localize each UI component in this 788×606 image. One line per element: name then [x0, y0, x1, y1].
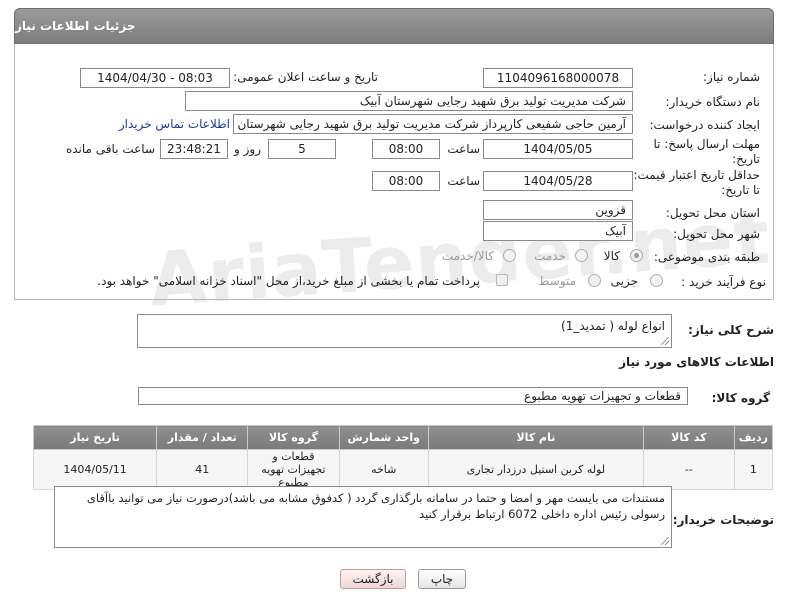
cell-unit: شاخه — [338, 449, 429, 490]
page-header: جزئیات اطلاعات نیاز — [14, 8, 774, 44]
table-row[interactable]: 1 -- لوله کربن استیل درزدار تجاری شاخه ق… — [32, 449, 774, 490]
back-button[interactable]: بازگشت — [340, 569, 406, 589]
category-service-radio[interactable] — [575, 249, 588, 262]
goods-group-field[interactable]: قطعات و تجهیزات تهویه مطبوع — [138, 387, 688, 405]
city-label: شهر محل تحویل: — [673, 227, 760, 241]
process-label: نوع فرآیند خرید : — [681, 275, 766, 289]
province-field[interactable]: قزوین — [483, 200, 633, 220]
col-code: کد کالا — [642, 425, 735, 450]
buyer-notes-line-2: رسولی رئیس اداره داخلی 6072 ارتباط برقرا… — [418, 507, 665, 521]
summary-field[interactable]: انواع لوله ( تمدید_1) — [137, 314, 672, 348]
price-validity-label-date: تا تاریخ: — [721, 183, 760, 197]
goods-group-label: گروه کالا: — [711, 391, 770, 405]
process-partial-radio[interactable] — [650, 274, 663, 287]
table-header-row: ردیف کد کالا نام کالا واحد شمارش گروه کا… — [32, 425, 774, 450]
summary-label: شرح کلی نیاز: — [688, 323, 774, 337]
cell-row: 1 — [733, 449, 774, 490]
city-field[interactable]: آبیک — [483, 221, 633, 241]
buyer-org-label: نام دستگاه خریدار: — [665, 95, 761, 109]
col-unit: واحد شمارش — [338, 425, 429, 450]
requester-field[interactable]: آرمین حاجی شفیعی کارپرداز شرکت مدیریت تو… — [233, 114, 633, 134]
print-button[interactable]: چاپ — [418, 569, 466, 589]
resize-grip-icon[interactable] — [661, 337, 669, 345]
need-number-field[interactable]: 1104096168000078 — [483, 68, 633, 88]
remaining-label: ساعت باقی مانده — [65, 142, 155, 156]
process-medium-label: متوسط — [538, 274, 576, 288]
summary-text: انواع لوله ( تمدید_1) — [561, 319, 665, 333]
deadline-time-field[interactable]: 08:00 — [372, 139, 440, 159]
buyer-notes-label: توضیحات خریدار: — [672, 513, 774, 527]
deadline-date-field[interactable]: 1404/05/05 — [483, 139, 633, 159]
col-name: نام کالا — [427, 425, 644, 450]
cell-name: لوله کربن استیل درزدار تجاری — [427, 449, 644, 490]
buyer-notes-field[interactable]: مستندات می بایست مهر و امضا و حتما در سا… — [54, 486, 672, 548]
cell-qty: 41 — [156, 449, 249, 490]
need-number-label: شماره نیاز: — [703, 70, 760, 84]
category-service-label: خدمت — [534, 249, 566, 263]
category-goods-radio[interactable] — [630, 249, 643, 262]
cell-date: 1404/05/11 — [32, 449, 158, 490]
deadline-label-date: تاریخ: — [732, 152, 760, 166]
days-field[interactable]: 5 — [268, 139, 336, 159]
resize-grip-icon[interactable] — [661, 537, 669, 545]
announce-label: تاریخ و ساعت اعلان عمومی: — [233, 70, 378, 84]
cell-group: قطعات و تجهیزات تهویه مطبوع — [247, 449, 340, 490]
col-group: گروه کالا — [247, 425, 340, 450]
treasury-payment-checkbox[interactable] — [496, 274, 508, 286]
col-qty: تعداد / مقدار — [156, 425, 249, 450]
col-row: ردیف — [733, 425, 774, 450]
page-title: جزئیات اطلاعات نیاز — [15, 19, 136, 33]
goods-section-title: اطلاعات کالاهای مورد نیاز — [619, 355, 774, 369]
price-validity-label: حداقل تاریخ اعتبار قیمت: — [633, 168, 760, 182]
price-validity-time-field[interactable]: 08:00 — [372, 171, 440, 191]
announce-field[interactable]: 1404/04/30 - 08:03 — [80, 68, 230, 88]
category-label: طبقه بندی موضوعی: — [653, 250, 760, 264]
buyer-contact-link[interactable]: اطلاعات تماس خریدار — [119, 117, 230, 131]
payment-note: پرداخت تمام یا بخشی از مبلغ خرید،از محل … — [97, 274, 480, 288]
requester-label: ایجاد کننده درخواست: — [649, 118, 760, 132]
price-validity-time-label: ساعت — [447, 174, 480, 188]
buyer-org-field[interactable]: شرکت مدیریت تولید برق شهید رجایی شهرستان… — [185, 91, 633, 111]
goods-table: ردیف کد کالا نام کالا واحد شمارش گروه کا… — [32, 425, 774, 490]
remaining-time-field[interactable]: 23:48:21 — [160, 139, 228, 159]
deadline-label: مهلت ارسال پاسخ: تا — [653, 137, 760, 151]
category-goods-service-label: کالا/خدمت — [441, 249, 494, 263]
process-medium-radio[interactable] — [588, 274, 601, 287]
category-goods-service-radio[interactable] — [503, 249, 516, 262]
days-label: روز و — [234, 142, 261, 156]
price-validity-date-field[interactable]: 1404/05/28 — [483, 171, 633, 191]
buyer-notes-line-1: مستندات می بایست مهر و امضا و حتما در سا… — [86, 491, 665, 505]
cell-code: -- — [642, 449, 735, 490]
province-label: استان محل تحویل: — [665, 206, 760, 220]
process-partial-label: جزیی — [610, 274, 638, 288]
deadline-time-label: ساعت — [447, 142, 480, 156]
col-date: تاریخ نیاز — [32, 425, 158, 450]
category-goods-label: کالا — [603, 249, 620, 263]
